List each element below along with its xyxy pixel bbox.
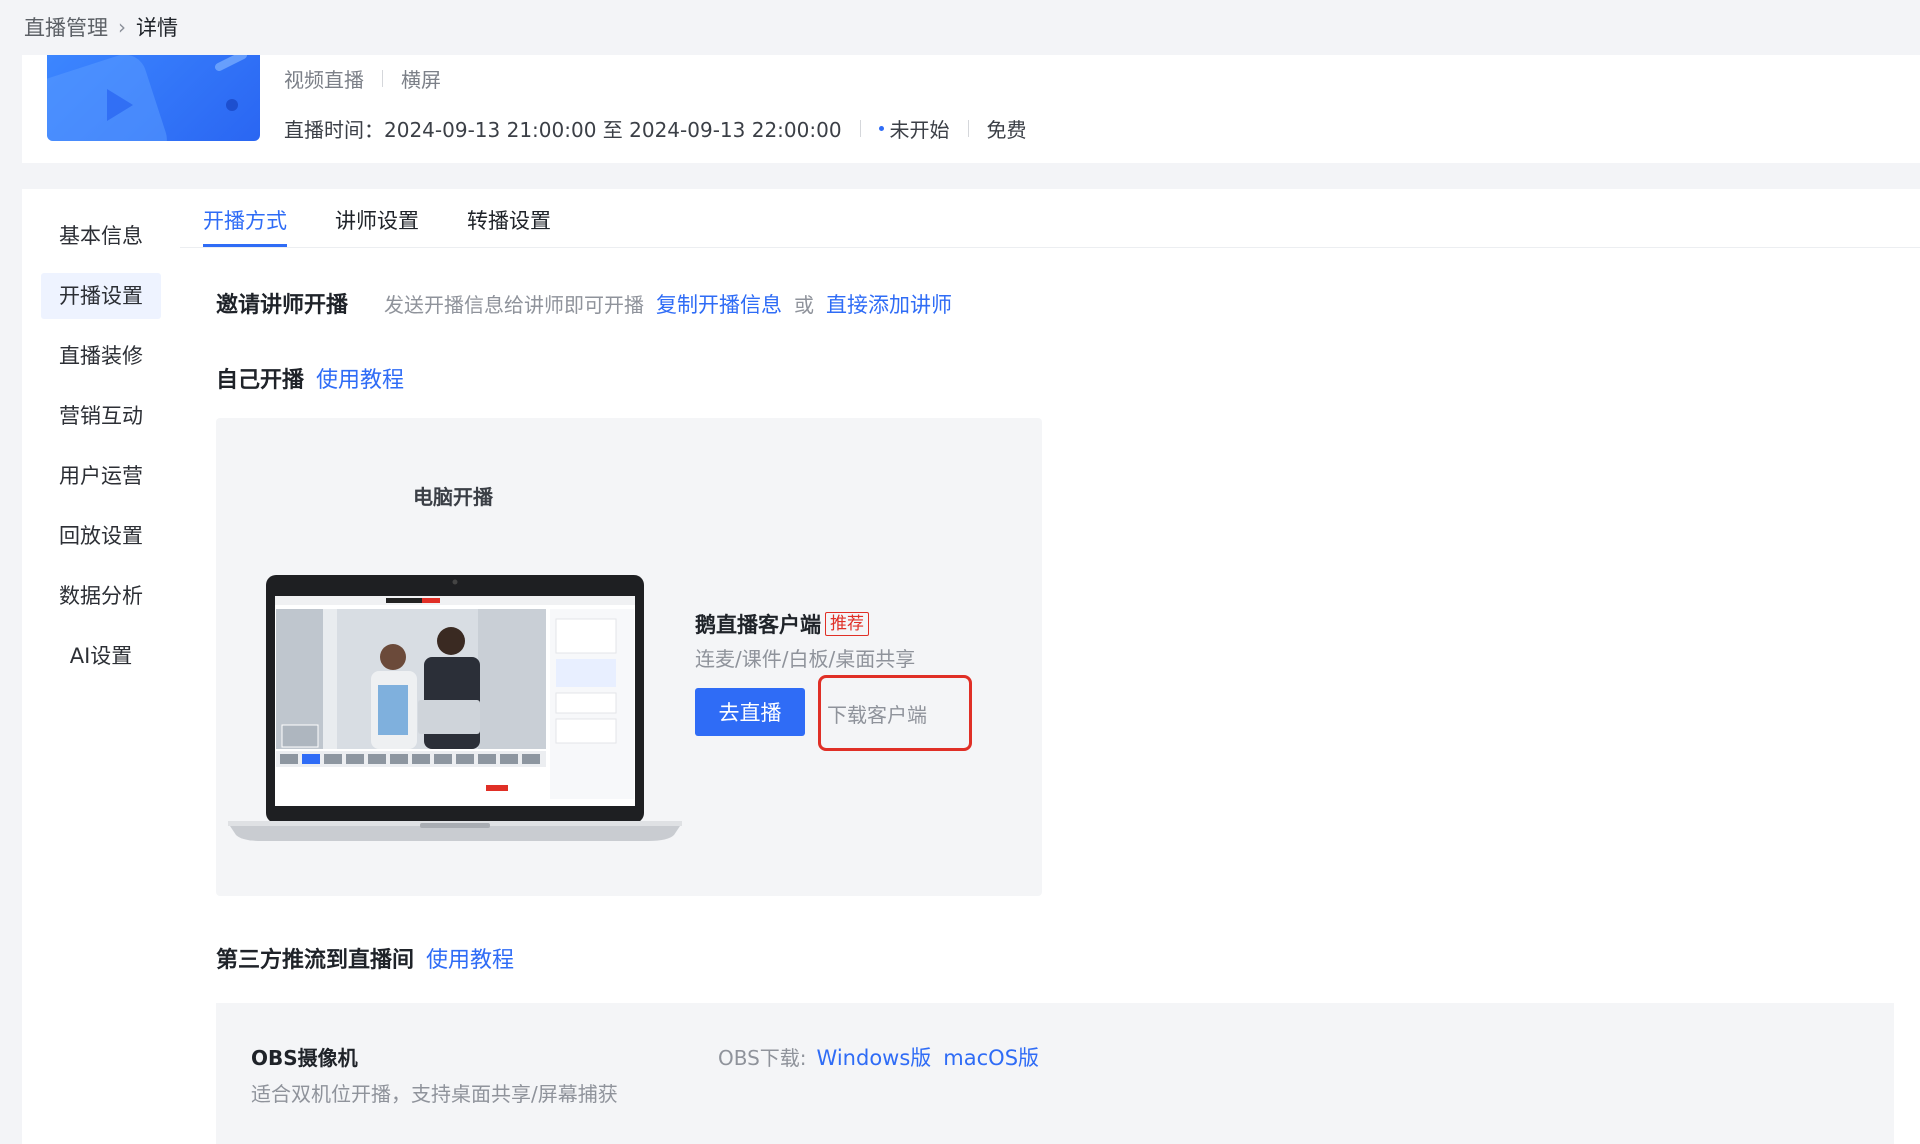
self-broadcast-row: 自己开播 使用教程 [216,362,404,394]
breadcrumb: 直播管理 › 详情 [24,12,178,42]
live-cover-thumbnail [47,55,260,141]
obs-download-row: OBS下载: Windows版 macOS版 [718,1042,1039,1072]
add-lecturer-link[interactable]: 直接添加讲师 [826,289,952,319]
or-text: 或 [794,293,815,317]
third-party-row: 第三方推流到直播间 使用教程 [216,942,514,974]
sidebar-item-ai[interactable]: AI设置 [41,633,161,679]
obs-download-label: OBS下载: [718,1046,807,1070]
client-features: 连麦/课件/白板/桌面共享 [695,647,916,671]
invite-desc: 发送开播信息给讲师即可开播 [384,293,645,317]
third-party-title: 第三方推流到直播间 [216,948,415,973]
third-party-tutorial-link[interactable]: 使用教程 [426,942,514,974]
sidebar-item-analytics[interactable]: 数据分析 [41,573,161,619]
download-client-button[interactable]: 下载客户端 [818,675,972,751]
pc-broadcast-title: 电脑开播 [413,485,493,509]
status-badge: 未开始 [889,118,950,142]
invite-row: 邀请讲师开播 发送开播信息给讲师即可开播 复制开播信息 或 直接添加讲师 [216,287,952,319]
live-type: 视频直播 [284,68,364,92]
status-dot-icon [878,126,884,131]
client-name-row: 鹅直播客户端 推荐 [695,609,869,639]
obs-windows-link[interactable]: Windows版 [817,1042,932,1072]
obs-title: OBS摄像机 [251,1046,358,1070]
client-name: 鹅直播客户端 [695,613,821,637]
obs-card [216,1003,1894,1144]
sidebar-item-decoration[interactable]: 直播装修 [41,333,161,379]
sidebar-item-broadcast-settings[interactable]: 开播设置 [41,273,161,319]
laptop-illustration [228,575,682,841]
sidebar-item-marketing[interactable]: 营销互动 [41,393,161,439]
self-tutorial-link[interactable]: 使用教程 [316,362,404,394]
recommend-tag: 推荐 [825,612,869,636]
obs-desc: 适合双机位开播，支持桌面共享/屏幕捕获 [251,1082,618,1106]
tab-divider [180,247,1920,248]
self-broadcast-title: 自己开播 [216,368,305,393]
tab-relay-settings[interactable]: 转播设置 [467,205,551,235]
breadcrumb-parent[interactable]: 直播管理 [24,12,108,42]
obs-macos-link[interactable]: macOS版 [943,1042,1039,1072]
invite-title: 邀请讲师开播 [216,293,349,318]
live-orientation: 横屏 [401,68,441,92]
live-meta-row: 视频直播 横屏 [284,64,441,93]
sidebar-item-basic-info[interactable]: 基本信息 [41,213,161,259]
chevron-right-icon: › [118,15,126,39]
copy-info-link[interactable]: 复制开播信息 [656,289,782,319]
price-badge: 免费 [986,118,1027,142]
tab-lecturer-settings[interactable]: 讲师设置 [335,205,419,235]
tab-broadcast-method[interactable]: 开播方式 [203,205,287,235]
live-time-value: 2024-09-13 21:00:00 至 2024-09-13 22:00:0… [384,118,842,142]
breadcrumb-current: 详情 [136,16,178,40]
live-time-row: 直播时间： 2024-09-13 21:00:00 至 2024-09-13 2… [284,114,1027,143]
sidebar-item-user-ops[interactable]: 用户运营 [41,453,161,499]
go-live-button[interactable]: 去直播 [695,688,805,736]
live-time-label: 直播时间： [284,118,384,142]
sidebar-item-replay[interactable]: 回放设置 [41,513,161,559]
